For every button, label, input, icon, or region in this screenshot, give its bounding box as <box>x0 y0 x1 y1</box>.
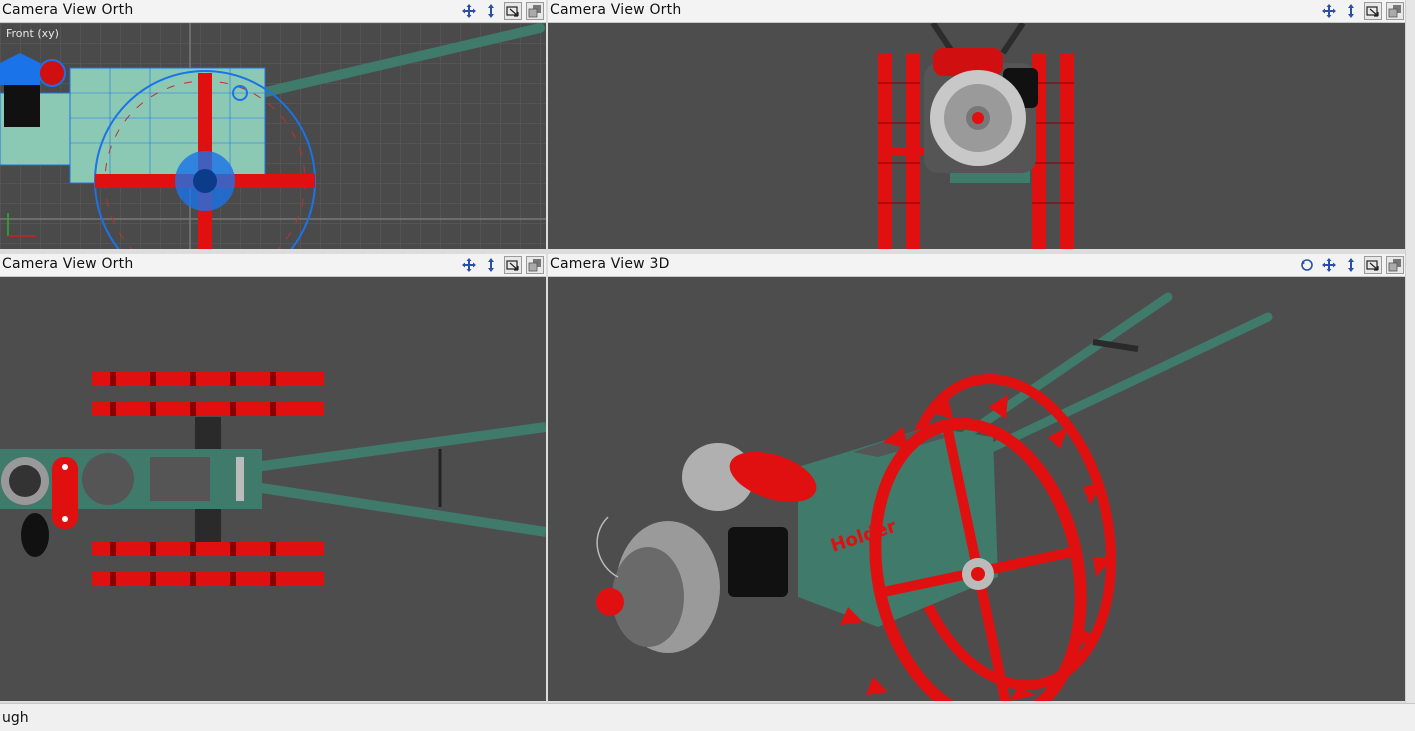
status-bar: ugh <box>0 703 1415 731</box>
move-arrows-icon[interactable] <box>1320 2 1338 20</box>
pane-header: Camera View Orth <box>0 0 546 23</box>
pane-header: Camera View Orth <box>0 254 546 277</box>
vertical-scrollbar[interactable] <box>1405 0 1415 703</box>
vertical-arrows-icon[interactable] <box>1342 256 1360 274</box>
pane-toolbar <box>460 255 544 275</box>
orbit-icon[interactable] <box>1298 256 1316 274</box>
pane-toolbar <box>1298 255 1404 275</box>
viewport-front[interactable]: Front (xy) <box>0 23 546 249</box>
vertical-arrows-icon[interactable] <box>482 256 500 274</box>
camera-pick-icon[interactable] <box>504 256 522 274</box>
move-arrows-icon[interactable] <box>460 256 478 274</box>
move-arrows-icon[interactable] <box>1320 256 1338 274</box>
pane-toolbar <box>1320 1 1404 21</box>
vertical-arrows-icon[interactable] <box>482 2 500 20</box>
pane-title: Camera View Orth <box>550 2 682 18</box>
status-text: ugh <box>2 710 29 726</box>
pane-title: Camera View Orth <box>2 256 134 272</box>
viewport-pane-front: Camera View Orth Front (xy) <box>0 0 546 249</box>
view-label: Front (xy) <box>6 27 59 40</box>
viewport-side[interactable] <box>548 23 1406 249</box>
viewport-top[interactable] <box>0 277 546 701</box>
viewport-pane-side: Camera View Orth <box>548 0 1406 249</box>
pane-title: Camera View 3D <box>550 256 670 272</box>
camera-pick-icon[interactable] <box>504 2 522 20</box>
maximize-icon[interactable] <box>526 2 544 20</box>
camera-pick-icon[interactable] <box>1364 2 1382 20</box>
viewport-pane-top: Camera View Orth <box>0 254 546 701</box>
viewport-3d[interactable]: Holder <box>548 277 1406 701</box>
maximize-icon[interactable] <box>526 256 544 274</box>
camera-pick-icon[interactable] <box>1364 256 1382 274</box>
move-arrows-icon[interactable] <box>460 2 478 20</box>
pane-toolbar <box>460 1 544 21</box>
viewport-pane-3d: Camera View 3D Holder <box>548 254 1406 701</box>
maximize-icon[interactable] <box>1386 2 1404 20</box>
pane-title: Camera View Orth <box>2 2 134 18</box>
pane-header: Camera View Orth <box>548 0 1406 23</box>
maximize-icon[interactable] <box>1386 256 1404 274</box>
pane-header: Camera View 3D <box>548 254 1406 277</box>
vertical-arrows-icon[interactable] <box>1342 2 1360 20</box>
